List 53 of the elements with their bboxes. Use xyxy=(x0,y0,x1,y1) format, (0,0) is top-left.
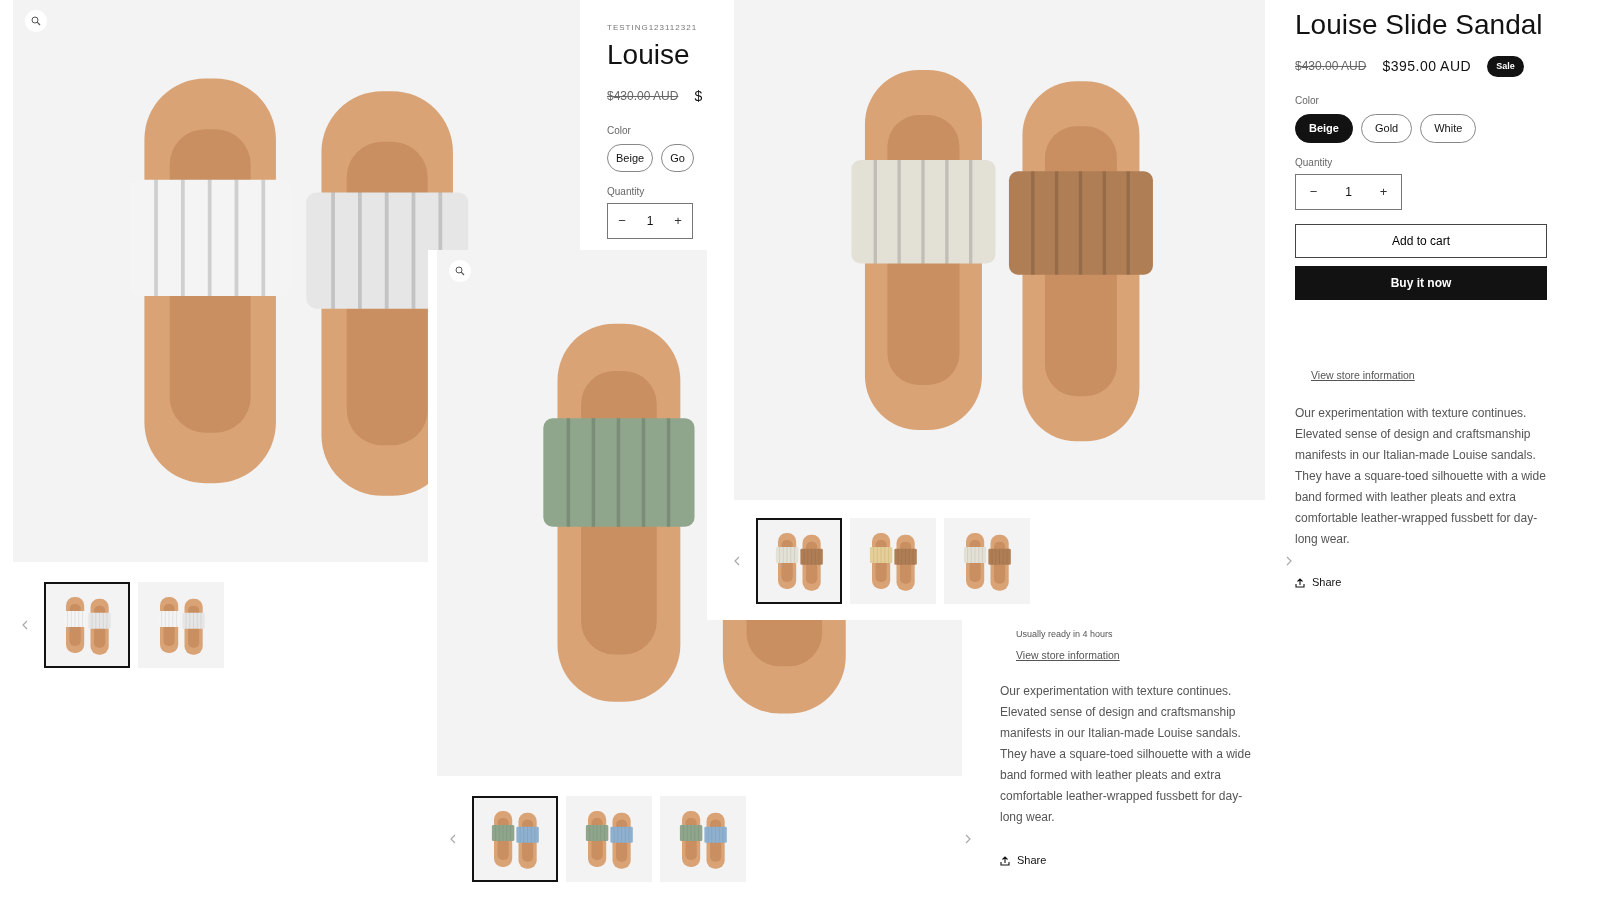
thumbnail[interactable] xyxy=(756,518,842,604)
color-label: Color xyxy=(1295,94,1319,109)
zoom-button[interactable] xyxy=(449,260,471,282)
decrease-button[interactable]: − xyxy=(1296,180,1331,203)
quantity-label: Quantity xyxy=(1295,155,1333,170)
quantity-stepper[interactable]: − 1 + xyxy=(1295,173,1402,210)
thumbnail[interactable] xyxy=(660,796,746,882)
color-option[interactable]: White xyxy=(1420,114,1477,143)
thumbnail[interactable] xyxy=(472,796,558,882)
product-description: Our experimentation with texture continues. Elevated sense of design and craftsmanship manifests in our Italian-made Louise sandals. They have a square-toed silhouette with a wide band formed with leather pleats and extra comfortable leather-wrapped fussbett for day-long wear. xyxy=(1295,405,1547,549)
chevron-left-icon[interactable] xyxy=(734,556,740,566)
increase-button[interactable]: + xyxy=(664,210,692,232)
chevron-right-icon[interactable] xyxy=(965,834,971,844)
thumbnail[interactable] xyxy=(44,582,130,668)
quantity-stepper[interactable]: − 1 + xyxy=(607,203,693,240)
product-title: Louise Slide Sandal xyxy=(1295,8,1543,42)
sale-badge: Sale xyxy=(1487,55,1524,78)
compare-price: $430.00 AUD xyxy=(1295,58,1367,76)
quantity-value: 1 xyxy=(1344,183,1353,201)
share-button[interactable]: Share xyxy=(1295,574,1342,591)
color-label: Color xyxy=(607,123,631,138)
product-description: Our experimentation with texture continues. Elevated sense of design and craftsmanship manifests in our Italian-made Louise sandals. They have a square-toed silhouette with a wide band formed with leather pleats and extra comfortable leather-wrapped fussbett for day-long wear. xyxy=(1000,683,1252,827)
thumbnail[interactable] xyxy=(850,518,936,604)
chevron-right-icon[interactable] xyxy=(1286,556,1292,566)
chevron-left-icon[interactable] xyxy=(450,834,456,844)
store-info-link[interactable]: View store information xyxy=(1016,647,1120,664)
quantity-label: Quantity xyxy=(607,185,645,200)
product-title: Louise xyxy=(607,38,690,72)
sale-price: $ xyxy=(694,86,703,106)
share-icon xyxy=(1295,577,1305,588)
color-option[interactable]: Gold xyxy=(1360,114,1413,143)
buy-now-button[interactable]: Buy it now xyxy=(1295,265,1547,300)
thumbnail[interactable] xyxy=(566,796,652,882)
color-option[interactable]: Beige xyxy=(1295,114,1353,143)
thumbnail[interactable] xyxy=(138,582,224,668)
color-option[interactable]: Go xyxy=(661,143,694,173)
thumbnail[interactable] xyxy=(944,518,1030,604)
magnifier-icon xyxy=(455,266,465,276)
share-icon xyxy=(1000,855,1010,866)
add-to-cart-button[interactable]: Add to cart xyxy=(1295,223,1547,258)
magnifier-icon xyxy=(31,16,41,26)
quantity-value: 1 xyxy=(645,213,655,231)
increase-button[interactable]: + xyxy=(1366,180,1401,203)
color-option[interactable]: Beige xyxy=(607,143,654,173)
compare-price: $430.00 AUD xyxy=(607,88,679,106)
decrease-button[interactable]: − xyxy=(608,210,636,232)
store-info-link[interactable]: View store information xyxy=(1311,367,1415,384)
sale-price: $395.00 AUD xyxy=(1382,56,1472,76)
share-button[interactable]: Share xyxy=(1000,852,1047,869)
pickup-note: Usually ready in 4 hours xyxy=(1016,628,1113,641)
vendor-label: TESTING123112321 xyxy=(607,22,698,34)
chevron-left-icon[interactable] xyxy=(22,620,28,630)
zoom-button[interactable] xyxy=(25,10,47,32)
